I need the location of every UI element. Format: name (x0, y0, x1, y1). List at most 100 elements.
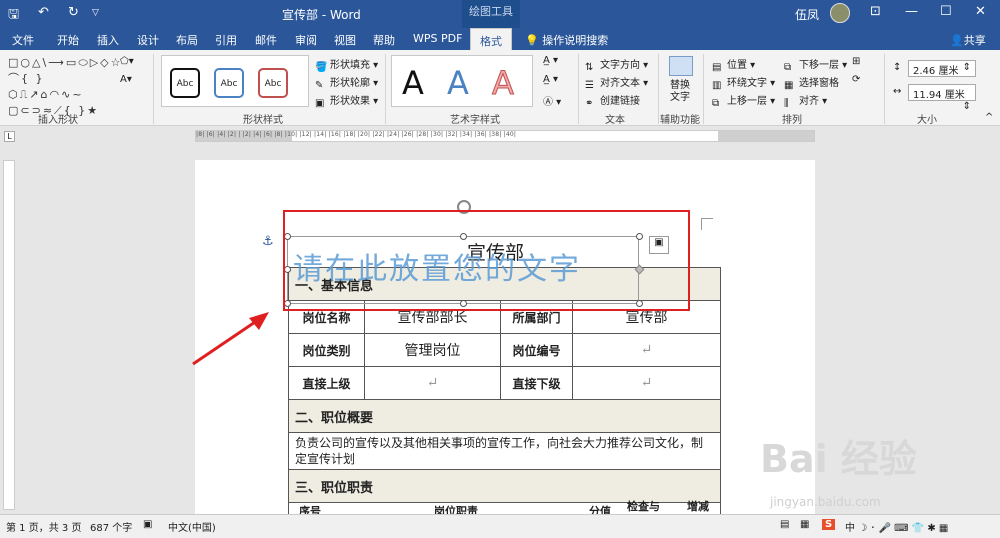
arrow-head (249, 312, 269, 330)
wrap-text-label: 环绕文字 (727, 78, 767, 89)
tab-mailings[interactable]: 邮件 (255, 32, 277, 48)
shape-outline-button[interactable]: ✎ 形状轮廓 ▾ (315, 74, 378, 91)
shape-effects-button[interactable]: ▣ 形状效果 ▾ (315, 92, 378, 109)
align-text-button[interactable]: ☰ 对齐文本 ▾ (585, 74, 648, 91)
tab-review[interactable]: 审阅 (295, 32, 317, 48)
table-cell[interactable]: 岗位编号 (500, 333, 573, 367)
text-direction-icon: ⇅ (585, 62, 594, 73)
minimize-button[interactable]: — (905, 4, 918, 19)
print-layout-icon[interactable]: ▦ (800, 519, 809, 530)
avatar[interactable] (830, 3, 850, 23)
horizontal-ruler[interactable]: |8| |6| |4| |2| | |2| |4| |6| |8| |10| |… (195, 130, 815, 142)
group-icon[interactable]: ⊞ (852, 56, 860, 67)
text-outline-icon[interactable]: A̲ ▾ (543, 74, 558, 85)
tab-file[interactable]: 文件 (12, 32, 34, 48)
user-name[interactable]: 伍凤 (795, 6, 819, 23)
shape-fill-button[interactable]: 🪣 形状填充 ▾ (315, 56, 378, 73)
table-cell[interactable]: 岗位类别 (288, 333, 365, 367)
alt-text-icon (669, 56, 693, 76)
vertical-ruler[interactable] (3, 160, 15, 510)
tab-format[interactable]: 格式 (470, 28, 512, 50)
share-button[interactable]: 👤共享 (950, 32, 986, 48)
shape-style-blue[interactable]: Abc (214, 68, 244, 98)
wordart-style-black[interactable]: A (402, 64, 424, 102)
position-icon: ▤ (712, 62, 722, 73)
tab-references[interactable]: 引用 (215, 32, 237, 48)
width-input[interactable]: 11.94 厘米 ⇕ (908, 84, 976, 112)
shape-style-black[interactable]: Abc (170, 68, 200, 98)
group-label-wordart-styles: 艺术字样式 (450, 115, 500, 126)
tab-view[interactable]: 视图 (334, 32, 356, 48)
shape-fill-label: 形状填充 (330, 60, 370, 71)
align-icon: ⫼ (784, 98, 789, 109)
close-button[interactable]: ✕ (975, 4, 986, 19)
text-direction-button[interactable]: ⇅ 文字方向 ▾ (585, 56, 648, 73)
ribbon-separator (703, 54, 704, 124)
table-cell[interactable]: ↵ (572, 366, 721, 400)
tab-selector-icon[interactable]: L (4, 131, 15, 142)
proofing-icon[interactable]: ▣ (143, 519, 152, 530)
ruler-numbers: |8| |6| |4| |2| | |2| |4| |6| |8| |10| |… (196, 131, 517, 138)
wrap-text-button[interactable]: ▥ 环绕文字 ▾ (712, 74, 775, 91)
align-button[interactable]: ⫼ 对齐 ▾ (784, 92, 827, 109)
selection-pane-button[interactable]: ▦ 选择窗格 (784, 74, 839, 91)
redo-icon[interactable]: ↻ (68, 5, 79, 20)
rotate-icon[interactable]: ⟳ (852, 74, 860, 85)
text-effects-icon[interactable]: Ⓐ ▾ (543, 93, 561, 108)
draw-textbox-icon[interactable]: A▾ (120, 74, 132, 85)
shape-style-gallery[interactable]: Abc Abc Abc (161, 55, 309, 107)
tab-help[interactable]: 帮助 (373, 32, 395, 48)
summary-paragraph[interactable]: 负责公司的宣传以及其他相关事项的宣传工作，向社会大力推荐公司文化，制定宣传计划 (288, 432, 721, 470)
tab-home[interactable]: 开始 (57, 32, 79, 48)
edit-shape-icon[interactable]: ⬠▾ (120, 56, 134, 67)
create-link-label: 创建链接 (600, 96, 640, 107)
tab-insert[interactable]: 插入 (97, 32, 119, 48)
save-icon[interactable]: 🖫 (8, 5, 19, 27)
shape-style-red[interactable]: Abc (258, 68, 288, 98)
sogou-ime-icon[interactable]: S (822, 519, 836, 530)
margin-corner-mark (701, 218, 713, 230)
tab-layout[interactable]: 布局 (176, 32, 198, 48)
section-heading[interactable]: 二、职位概要 (288, 399, 721, 433)
position-button[interactable]: ▤ 位置 ▾ (712, 56, 755, 73)
height-icon: ↕ (893, 62, 902, 73)
spin-icon[interactable]: ⇕ (963, 101, 971, 112)
ribbon-display-icon[interactable]: ⊡ (870, 4, 881, 19)
undo-icon[interactable]: ↶ (38, 5, 49, 20)
read-mode-icon[interactable]: ▤ (780, 519, 789, 530)
ime-tray-icons[interactable]: 中 ☽ ･ 🎤 ⌨ 👕 ✱ ▦ (845, 519, 948, 534)
table-cell[interactable]: 直接上级 (288, 366, 365, 400)
wordart-gallery[interactable]: A A A (391, 55, 533, 107)
wordart-style-red[interactable]: A (492, 64, 515, 103)
wordart-style-blue[interactable]: A (447, 64, 469, 102)
shapes-gallery[interactable]: □○△\⟶▭⬭▷◇☆ ⌒{ }⬡⎍↗⌂◠∿~ ▢⊂⊃≈⟋{ }★ (8, 55, 121, 117)
ribbon-separator (884, 54, 885, 124)
page-count[interactable]: 第 1 页，共 3 页 (6, 519, 81, 534)
language[interactable]: 中文(中国) (168, 519, 216, 534)
table-cell[interactable]: 直接下级 (500, 366, 573, 400)
spin-icon[interactable]: ⇕ (963, 62, 971, 73)
bring-forward-button[interactable]: ⧉ 上移一层 ▾ (712, 92, 775, 109)
send-backward-button[interactable]: ⧉ 下移一层 ▾ (784, 56, 847, 73)
tab-design[interactable]: 设计 (137, 32, 159, 48)
bring-forward-icon: ⧉ (712, 98, 720, 109)
tab-wps-pdf[interactable]: WPS PDF (413, 32, 462, 45)
collapse-ribbon-icon[interactable]: ^ (985, 112, 993, 123)
table-cell[interactable]: 管理岗位 (364, 333, 501, 367)
word-count[interactable]: 687 个字 (90, 519, 132, 534)
selection-pane-label: 选择窗格 (799, 78, 839, 89)
alt-text-button[interactable]: 替换 文字 (670, 80, 690, 104)
document-title: 宣传部 - Word (282, 8, 361, 22)
ribbon-separator (658, 54, 659, 124)
tell-me-search[interactable]: 💡 操作说明搜索 (525, 32, 608, 48)
text-fill-icon[interactable]: A̲ ▾ (543, 55, 558, 66)
table-cell[interactable]: ↵ (572, 333, 721, 367)
height-input[interactable]: 2.46 厘米 ⇕ (908, 60, 976, 77)
table-cell[interactable]: ↵ (364, 366, 501, 400)
shape-effects-label: 形状效果 (330, 96, 370, 107)
create-link-button[interactable]: ⚭ 创建链接 (585, 92, 640, 109)
height-value: 2.46 厘米 (913, 66, 959, 77)
customize-qa-icon[interactable]: ▽ (92, 8, 99, 18)
group-label-shape-styles: 形状样式 (243, 115, 283, 126)
maximize-button[interactable]: ☐ (940, 4, 952, 19)
